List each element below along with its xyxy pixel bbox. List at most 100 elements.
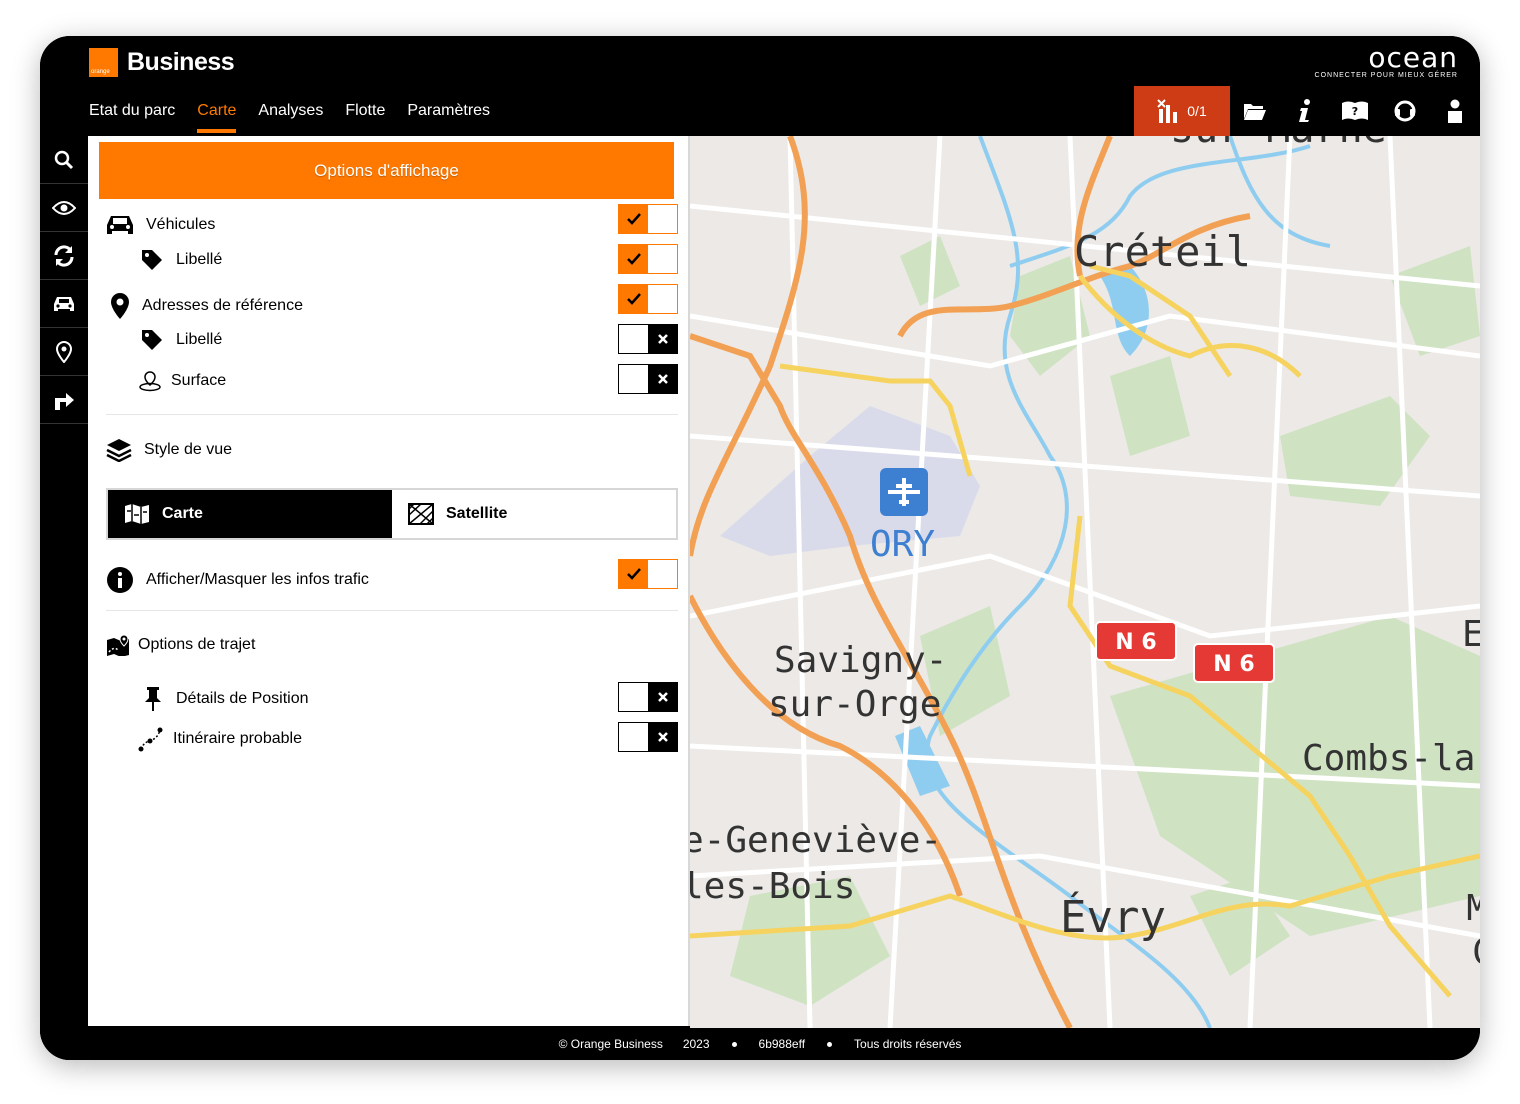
nav-etat-du-parc[interactable]: Etat du parc	[89, 102, 175, 120]
folder-button[interactable]	[1230, 86, 1280, 136]
svg-text:?: ?	[1352, 105, 1358, 118]
nav-analyses[interactable]: Analyses	[258, 102, 323, 120]
view-style-satellite-label: Satellite	[446, 505, 508, 522]
toggle-surface[interactable]	[618, 364, 678, 394]
info-icon	[1299, 99, 1310, 122]
footer-copyright: © Orange Business	[558, 1037, 663, 1051]
route-dots-icon	[138, 727, 163, 752]
info-button[interactable]	[1280, 86, 1330, 136]
label-right-cr: Cr	[1472, 932, 1480, 973]
rail-addresses[interactable]	[40, 328, 88, 376]
user-button[interactable]	[1430, 86, 1480, 136]
help-book-button[interactable]: ?	[1330, 86, 1380, 136]
nav-parametres[interactable]: Paramètres	[407, 102, 490, 120]
label-evry: Évry	[1060, 890, 1166, 943]
alerts-button[interactable]: 0/1	[1134, 86, 1230, 136]
rail-refresh[interactable]	[40, 232, 88, 280]
footer-separator	[827, 1041, 833, 1047]
help-book-icon: ?	[1342, 101, 1368, 120]
divider	[106, 610, 678, 611]
nav-flotte[interactable]: Flotte	[345, 102, 385, 120]
footer-year: 2023	[682, 1037, 710, 1051]
ocean-tagline: CONNECTER POUR MIEUX GÉRER	[1314, 72, 1458, 79]
toggle-trafic[interactable]	[618, 559, 678, 589]
label-right-m: M	[1466, 888, 1480, 929]
view-style-carte-button[interactable]: Carte	[108, 490, 392, 538]
orange-logo: orange	[89, 48, 118, 77]
refresh-icon	[54, 244, 74, 267]
alert-bars-icon	[1157, 99, 1178, 123]
layers-icon	[106, 439, 132, 462]
rail-trips[interactable]	[40, 376, 88, 424]
toolbar: 0/1 ?	[1134, 86, 1480, 136]
check-icon	[626, 293, 641, 305]
label-top-marne: sur-Marne	[1170, 136, 1387, 152]
user-icon	[1448, 99, 1462, 123]
option-itineraire: Itinéraire probable	[138, 726, 302, 752]
divider	[106, 414, 678, 415]
toggle-itineraire[interactable]	[618, 722, 678, 752]
satellite-map-icon	[408, 503, 434, 525]
option-vehicules: Véhicules	[106, 214, 215, 236]
location-pin-icon	[56, 340, 72, 363]
ocean-logo: ocean CONNECTER POUR MIEUX GÉRER	[1314, 44, 1458, 80]
rail-search[interactable]	[40, 136, 88, 184]
folder-icon	[1244, 104, 1266, 120]
road-shield-label: N 6	[1115, 630, 1156, 655]
airport-icon	[880, 468, 928, 516]
label-creteil: Créteil	[1074, 227, 1251, 276]
search-icon	[54, 150, 74, 169]
option-trafic-label: Afficher/Masquer les infos trafic	[146, 571, 369, 588]
footer-separator	[731, 1041, 737, 1047]
close-icon	[657, 374, 668, 384]
option-details-position-label: Détails de Position	[176, 690, 309, 707]
rail-vehicles[interactable]	[40, 280, 88, 328]
side-rail	[40, 136, 101, 1060]
view-style-selector: Carte Satellite	[106, 488, 678, 540]
brand-title: Business	[127, 48, 235, 76]
option-trafic: Afficher/Masquer les infos trafic	[106, 566, 369, 594]
pushpin-icon	[145, 687, 161, 711]
check-icon	[626, 568, 641, 580]
road-shield: N 6	[1095, 621, 1177, 661]
support-headset-icon	[1394, 100, 1416, 122]
close-icon	[657, 334, 668, 344]
route-arrow-icon	[55, 392, 74, 410]
main-nav: Etat du parc Carte Analyses Flotte Param…	[89, 102, 512, 133]
alerts-count: 0/1	[1187, 103, 1207, 119]
option-surface-label: Surface	[171, 372, 227, 389]
map-view[interactable]: N 6 N 6 sur-Marne Créteil ORY Savigny- s…	[690, 136, 1480, 1028]
info-circle-icon	[107, 567, 133, 593]
option-vehicules-libelle-label: Libellé	[176, 251, 223, 268]
nav-carte[interactable]: Carte	[197, 102, 237, 133]
option-itineraire-label: Itinéraire probable	[173, 730, 302, 747]
location-pin-icon	[111, 293, 129, 319]
view-style-carte-label: Carte	[162, 505, 203, 522]
view-style-satellite-button[interactable]: Satellite	[392, 490, 676, 538]
map-canvas: N 6 N 6 sur-Marne Créteil ORY Savigny- s…	[690, 136, 1480, 1028]
tag-icon	[142, 330, 162, 350]
option-vehicules-label: Véhicules	[146, 216, 216, 233]
rail-display-options[interactable]	[40, 184, 101, 232]
eye-icon	[52, 200, 76, 215]
support-button[interactable]	[1380, 86, 1430, 136]
label-genevieve-1: e-Geneviève-	[690, 820, 942, 861]
toggle-adresses[interactable]	[618, 284, 678, 314]
option-vehicules-libelle: Libellé	[140, 248, 222, 272]
label-right-e: E	[1462, 614, 1480, 655]
close-icon	[657, 692, 668, 702]
close-icon	[657, 732, 668, 742]
options-trajet-heading: Options de trajet	[106, 634, 255, 656]
label-genevieve-2: les-Bois	[690, 866, 855, 907]
area-pin-icon	[139, 371, 161, 392]
app-window: orange Business Etat du parc Carte Analy…	[40, 36, 1480, 1060]
toggle-adresses-libelle[interactable]	[618, 324, 678, 354]
route-map-icon	[107, 634, 129, 656]
orange-logo-text: orange	[91, 69, 110, 75]
toggle-vehicules[interactable]	[618, 204, 678, 234]
option-adresses-libelle: Libellé	[140, 328, 222, 352]
footer: © Orange Business 2023 6b988eff Tous dro…	[40, 1028, 1480, 1060]
label-savigny-1: Savigny-	[774, 640, 947, 681]
toggle-vehicules-libelle[interactable]	[618, 244, 678, 274]
toggle-details-position[interactable]	[618, 682, 678, 712]
